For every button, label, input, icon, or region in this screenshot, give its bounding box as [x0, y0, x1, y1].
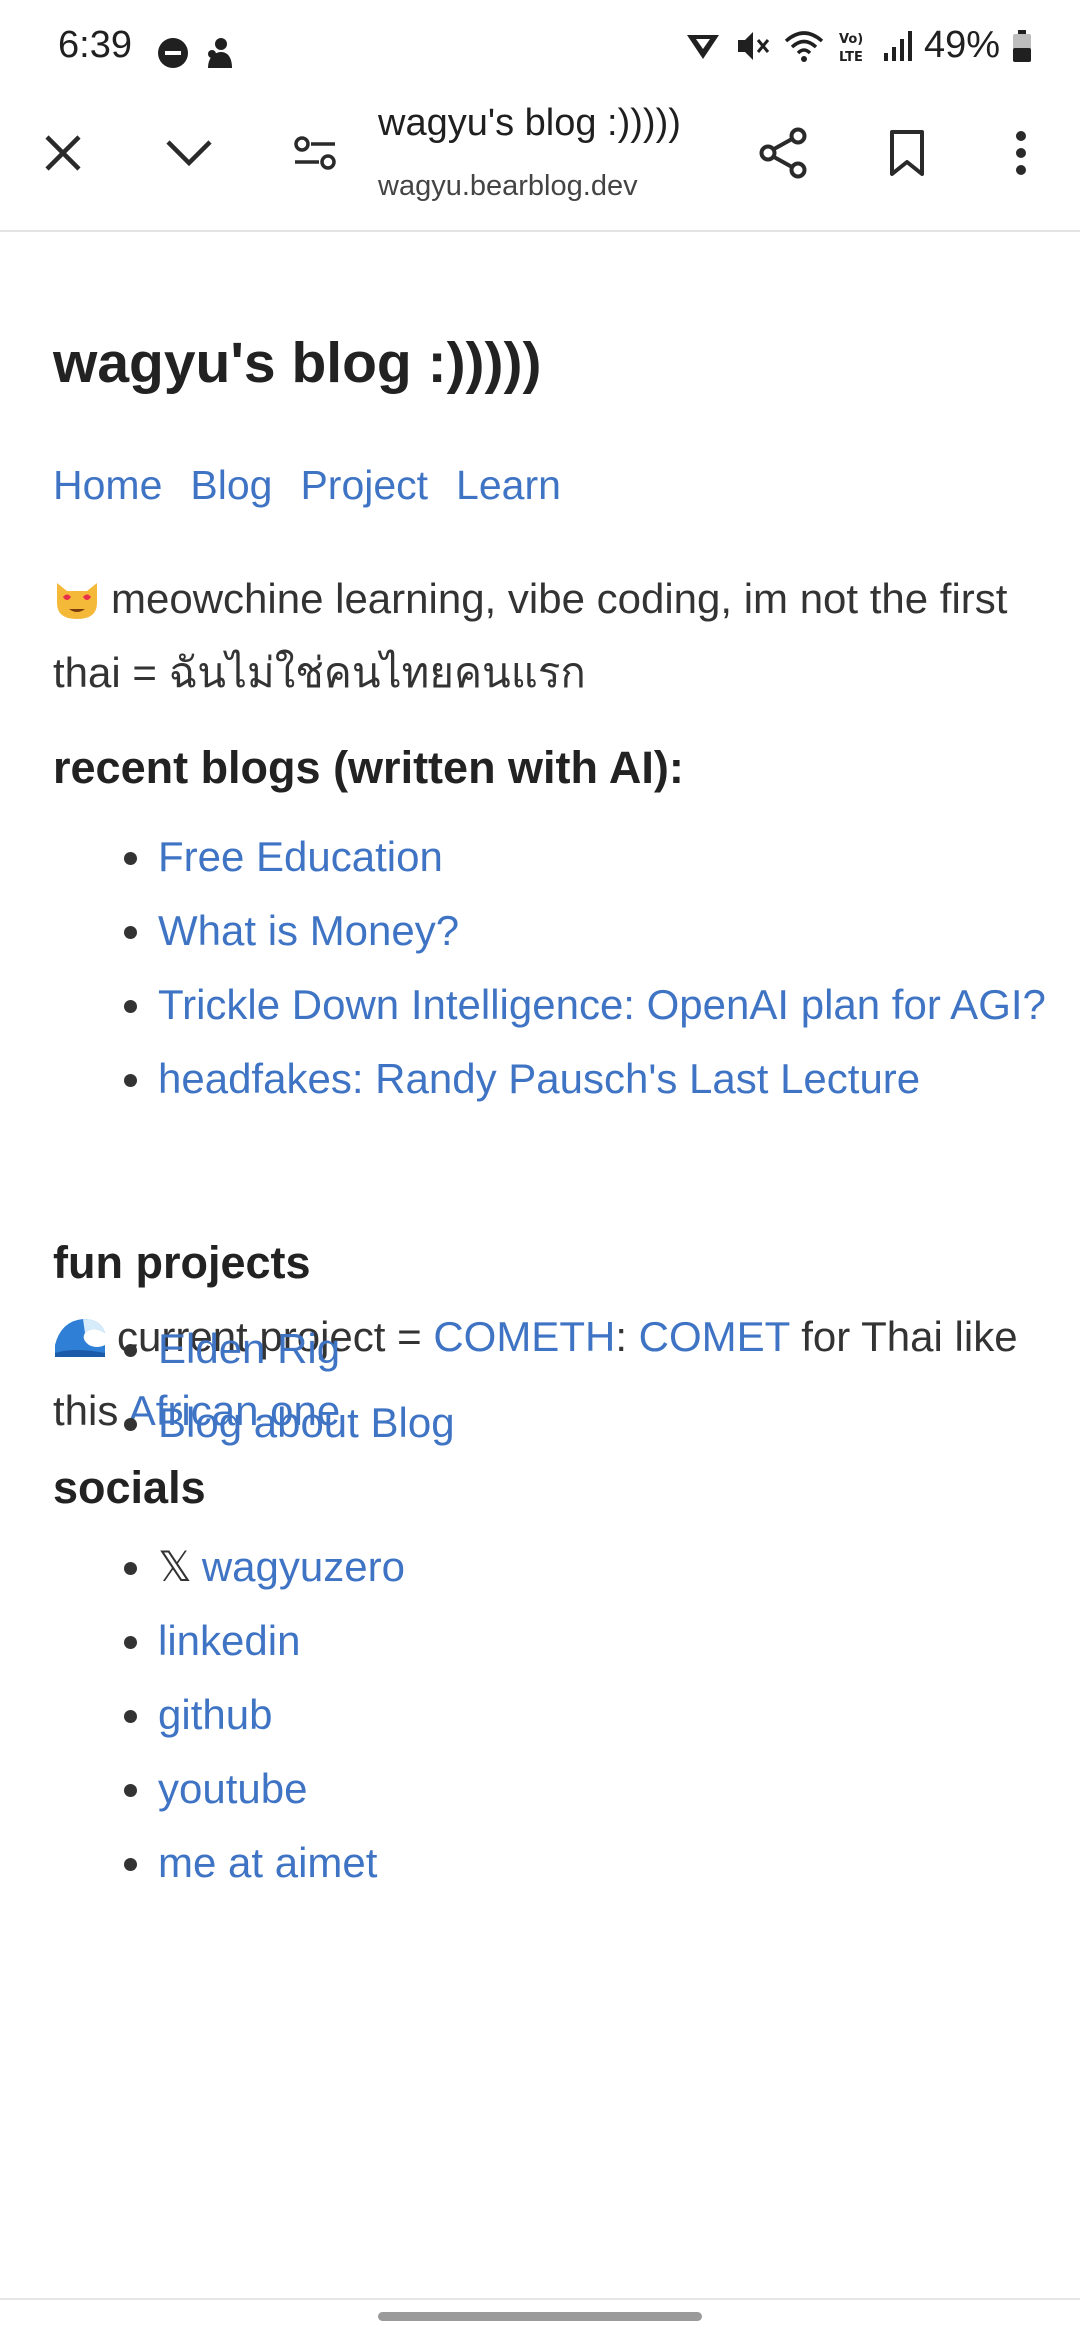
project-colon: : — [615, 1313, 639, 1360]
toolbar-page-title: wagyu's blog :))))) — [378, 102, 681, 144]
project-link-blog-about-blog[interactable]: Blog about Blog — [158, 1399, 455, 1446]
project-link-elden-rig[interactable]: Elden Rig — [158, 1325, 340, 1372]
nav-project-link[interactable]: Project — [300, 462, 428, 508]
list-item: Blog about Blog — [124, 1386, 455, 1460]
list-item: What is Money? — [124, 894, 1080, 968]
intro-paragraph: meowchine learning, vibe coding, im not … — [53, 562, 1043, 710]
list-item: Elden Rig — [124, 1312, 455, 1386]
more-options-button[interactable] — [982, 114, 1060, 192]
recent-blogs-heading: recent blogs (written with AI): — [53, 742, 684, 793]
list-item: linkedin — [124, 1604, 405, 1678]
more-icon — [1016, 131, 1026, 175]
blog-link-what-is-money[interactable]: What is Money? — [158, 907, 459, 954]
social-link-aimet[interactable]: me at aimet — [158, 1839, 377, 1886]
site-settings-button[interactable] — [276, 114, 354, 192]
nav-home-link[interactable]: Home — [53, 462, 162, 508]
socials-heading: socials — [53, 1462, 206, 1513]
nav-blog-link[interactable]: Blog — [190, 462, 272, 508]
minimize-button[interactable] — [150, 114, 228, 192]
x-logo-icon: 𝕏 — [158, 1543, 192, 1590]
social-link-linkedin[interactable]: linkedin — [158, 1617, 300, 1664]
list-item: github — [124, 1678, 405, 1752]
list-item: me at aimet — [124, 1826, 405, 1900]
close-button[interactable] — [24, 114, 102, 192]
list-item: Trickle Down Intelligence: OpenAI plan f… — [124, 968, 1080, 1042]
home-indicator[interactable] — [378, 2312, 702, 2321]
blog-link-headfakes[interactable]: headfakes: Randy Pausch's Last Lecture — [158, 1055, 920, 1102]
comet-link[interactable]: COMET — [639, 1313, 790, 1360]
share-icon — [759, 127, 807, 179]
socials-list: 𝕏wagyuzero linkedin github youtube me at… — [53, 1530, 405, 1900]
social-link-x[interactable]: wagyuzero — [202, 1543, 405, 1590]
nav-learn-link[interactable]: Learn — [456, 462, 561, 508]
list-item: Free Education — [124, 820, 1080, 894]
recent-blogs-list: Free Education What is Money? Trickle Do… — [53, 820, 1080, 1116]
blog-link-free-education[interactable]: Free Education — [158, 833, 443, 880]
list-item: youtube — [124, 1752, 405, 1826]
cometh-link[interactable]: COMETH — [433, 1313, 615, 1360]
list-item: 𝕏wagyuzero — [124, 1530, 405, 1604]
intro-text: meowchine learning, vibe coding, im not … — [53, 575, 1008, 696]
fun-projects-list: Elden Rig Blog about Blog — [53, 1312, 455, 1460]
heart-eyes-cat-icon — [57, 583, 97, 619]
fun-projects-heading: fun projects — [53, 1237, 311, 1288]
social-link-github[interactable]: github — [158, 1691, 272, 1738]
custom-tab-toolbar: wagyu's blog :))))) wagyu.bearblog.dev — [0, 0, 1080, 232]
site-nav: Home Blog Project Learn — [53, 462, 589, 509]
toolbar-url: wagyu.bearblog.dev — [378, 170, 638, 202]
bookmark-icon — [890, 130, 924, 176]
bottom-divider — [0, 2298, 1080, 2300]
blog-link-trickle-down-intelligence[interactable]: Trickle Down Intelligence: OpenAI plan f… — [158, 981, 1046, 1028]
bookmark-button[interactable] — [868, 114, 946, 192]
chevron-down-icon — [166, 140, 212, 167]
list-item: headfakes: Randy Pausch's Last Lecture — [124, 1042, 1080, 1116]
site-settings-icon — [294, 136, 336, 170]
social-link-youtube[interactable]: youtube — [158, 1765, 307, 1812]
blog-title: wagyu's blog :))))) — [53, 331, 542, 395]
close-icon — [45, 135, 81, 171]
share-button[interactable] — [744, 114, 822, 192]
